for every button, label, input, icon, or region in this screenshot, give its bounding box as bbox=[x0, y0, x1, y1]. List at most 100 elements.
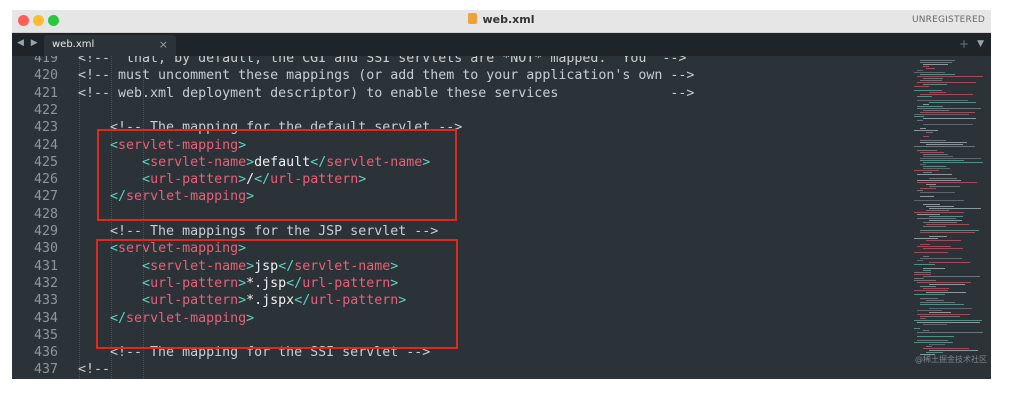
minimap-line bbox=[926, 210, 949, 211]
xml-comment: <!-- that, by default, the CGI and SSI s… bbox=[78, 56, 687, 66]
minimap-line bbox=[926, 346, 932, 347]
tab-close-icon[interactable]: × bbox=[159, 38, 168, 51]
tab-web-xml[interactable]: web.xml × bbox=[44, 35, 176, 56]
highlight-box-default-servlet-mapping bbox=[97, 129, 457, 221]
line-number: 419 bbox=[33, 56, 58, 66]
minimap-line bbox=[917, 82, 976, 83]
line-number: 431 bbox=[33, 258, 58, 274]
editor-window: web.xml UNREGISTERED ◀ ▶ web.xml × + ▼ 4… bbox=[12, 10, 991, 379]
minimap-line bbox=[923, 276, 980, 277]
minimap-line bbox=[920, 192, 955, 193]
minimap-line bbox=[923, 78, 943, 79]
code-line[interactable]: <!-- must uncomment these mappings (or a… bbox=[78, 67, 694, 84]
minimap-line bbox=[920, 286, 936, 287]
tab-bar: ◀ ▶ web.xml × + ▼ bbox=[12, 33, 991, 56]
line-number: 433 bbox=[33, 293, 58, 309]
line-number: 423 bbox=[33, 120, 58, 136]
minimap-line bbox=[914, 86, 929, 87]
minimap-line bbox=[923, 156, 953, 157]
minimap-line bbox=[929, 102, 976, 103]
minimap-line bbox=[926, 184, 936, 185]
minimap-line bbox=[917, 246, 951, 247]
minimap-line bbox=[920, 230, 979, 231]
line-number: 422 bbox=[33, 102, 58, 118]
minimap-line bbox=[923, 288, 949, 289]
watermark-text: @稀土掘金技术社区 bbox=[915, 355, 987, 364]
line-number: 424 bbox=[33, 137, 58, 153]
code-editor[interactable]: 419 420 421 422 423 424 425 426 427 428 429 430 431 4… bbox=[12, 56, 912, 379]
minimap-line bbox=[920, 316, 960, 317]
tab-navigation-arrows-icon[interactable]: ◀ ▶ bbox=[17, 38, 40, 48]
minimap-line bbox=[917, 336, 954, 337]
minimap-line bbox=[917, 180, 961, 181]
code-line[interactable]: <!-- bbox=[78, 361, 110, 378]
minimap-line bbox=[929, 178, 957, 179]
minimap-line bbox=[923, 66, 929, 67]
window-title: web.xml bbox=[482, 13, 535, 26]
minimap-line bbox=[917, 340, 948, 341]
code-line[interactable]: <!-- The mappings for the JSP servlet --… bbox=[78, 223, 438, 240]
minimap-line bbox=[926, 352, 943, 353]
minimap-line bbox=[923, 168, 950, 169]
minimap-line bbox=[920, 152, 944, 153]
minimap-line bbox=[914, 280, 936, 281]
minimap-line bbox=[914, 212, 964, 213]
minimap-line bbox=[920, 60, 955, 61]
minimap-line bbox=[929, 308, 972, 309]
minimap-line bbox=[920, 140, 946, 141]
code-line[interactable]: <!-- web.xml deployment descriptor) to e… bbox=[78, 85, 694, 102]
minimap-line bbox=[917, 120, 923, 121]
line-number: 429 bbox=[33, 224, 58, 239]
line-number: 432 bbox=[33, 275, 58, 291]
minimap-line bbox=[926, 68, 935, 69]
new-tab-plus-icon[interactable]: + bbox=[959, 37, 969, 51]
minimap-line bbox=[923, 256, 929, 257]
minimap-line bbox=[929, 216, 963, 217]
minimap-line bbox=[917, 218, 956, 219]
minimap-line bbox=[923, 64, 948, 65]
minimap-line bbox=[914, 342, 953, 343]
minimap-line bbox=[914, 274, 931, 275]
minimap[interactable]: @稀土掘金技术社区 bbox=[912, 56, 991, 379]
minimap-line bbox=[929, 208, 981, 209]
minimap-line bbox=[920, 318, 926, 319]
minimap-line bbox=[917, 214, 940, 215]
minimap-line bbox=[914, 278, 924, 279]
minimap-line bbox=[920, 302, 955, 303]
minimap-line bbox=[920, 112, 975, 113]
code-line[interactable]: <!-- that, by default, the CGI and SSI s… bbox=[78, 56, 686, 67]
minimap-line bbox=[914, 272, 931, 273]
tab-label: web.xml bbox=[52, 39, 95, 50]
minimap-line bbox=[914, 72, 945, 73]
minimap-line bbox=[917, 182, 977, 183]
minimap-line bbox=[926, 206, 954, 207]
minimap-line bbox=[929, 186, 960, 187]
tab-menu-chevron-down-icon[interactable]: ▼ bbox=[977, 39, 984, 49]
minimap-line bbox=[914, 320, 982, 321]
minimap-line bbox=[923, 268, 945, 269]
minimap-line bbox=[917, 108, 981, 109]
minimap-line bbox=[923, 84, 947, 85]
line-number: 425 bbox=[33, 154, 58, 170]
line-number: 421 bbox=[33, 85, 58, 101]
minimap-line bbox=[917, 96, 932, 97]
minimap-line bbox=[917, 260, 923, 261]
minimap-line bbox=[926, 300, 944, 301]
minimap-line bbox=[923, 166, 946, 167]
minimap-line bbox=[914, 252, 948, 253]
minimap-line bbox=[929, 350, 978, 351]
minimap-line bbox=[920, 62, 952, 63]
minimap-line bbox=[926, 144, 963, 145]
license-status-label: UNREGISTERED bbox=[911, 15, 985, 25]
minimap-line bbox=[917, 100, 968, 101]
minimap-line bbox=[914, 90, 942, 91]
minimap-line bbox=[923, 110, 949, 111]
minimap-line bbox=[926, 224, 969, 225]
minimap-line bbox=[920, 244, 930, 245]
minimap-line bbox=[917, 190, 923, 191]
minimap-line bbox=[929, 236, 947, 237]
minimap-line bbox=[929, 92, 946, 93]
minimap-line bbox=[923, 226, 946, 227]
minimap-line bbox=[914, 290, 948, 291]
minimap-line bbox=[920, 188, 936, 189]
